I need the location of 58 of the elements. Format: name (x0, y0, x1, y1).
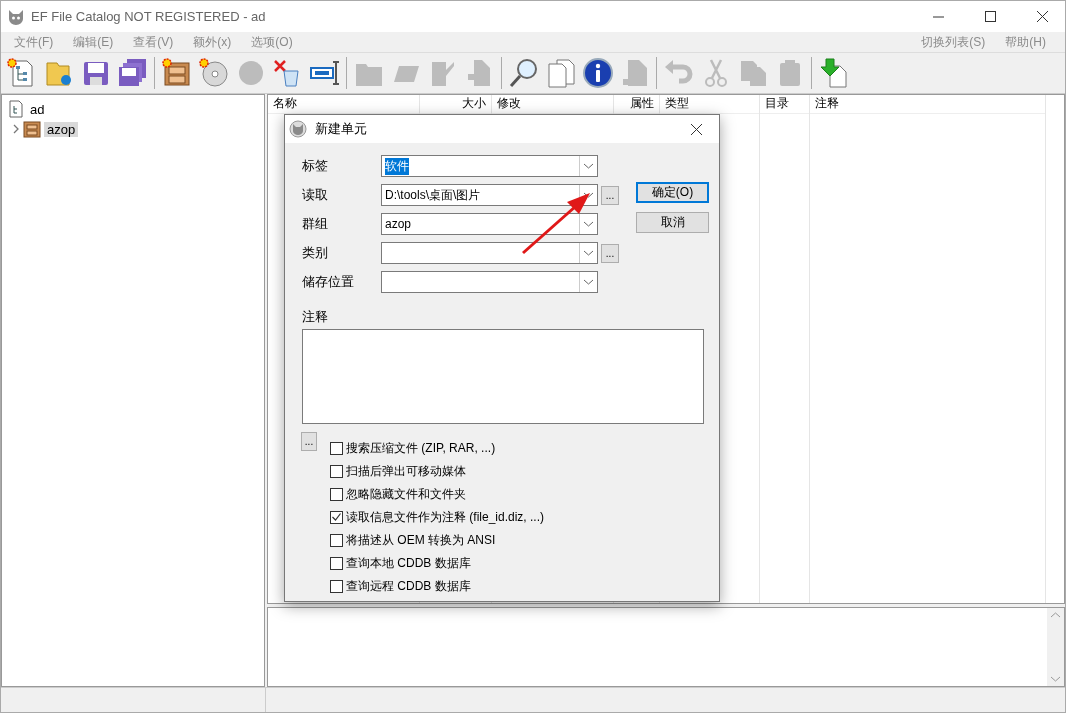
field-label: 标签 (302, 157, 329, 175)
field-value: 软件 (385, 157, 409, 175)
catalog-icon (8, 100, 24, 118)
checkbox-label[interactable]: 查询本地 CDDB 数据库 (346, 554, 471, 572)
dropdown-icon[interactable] (584, 163, 593, 169)
checkbox[interactable] (330, 441, 343, 455)
checkbox-label[interactable]: 搜索压缩文件 (ZIP, RAR, ...) (346, 439, 496, 457)
dialog-button[interactable]: 确定(O) (636, 182, 709, 203)
scrollbar[interactable] (1047, 608, 1064, 686)
maximize-icon[interactable] (984, 11, 996, 22)
close-icon[interactable] (1036, 11, 1048, 22)
tree-item[interactable]: azop (44, 121, 79, 137)
checkbox[interactable] (330, 533, 343, 547)
dropdown-icon[interactable] (584, 250, 593, 256)
chevron-right-icon[interactable] (12, 124, 20, 134)
annotation-arrow (520, 190, 592, 256)
checkbox-label[interactable]: 忽略隐藏文件和文件夹 (346, 485, 466, 503)
dropdown-icon[interactable] (584, 279, 593, 285)
minimize-icon[interactable] (932, 15, 944, 18)
notes-label: 注释 (302, 309, 328, 324)
browse-button[interactable]: ... (601, 243, 619, 263)
window-title: EF File Catalog NOT REGISTERED - ad (31, 9, 267, 24)
tree-item[interactable]: ad (27, 101, 48, 117)
dropdown-icon[interactable] (584, 192, 593, 198)
field-label: 类别 (302, 244, 329, 262)
cat-logo-icon (7, 7, 25, 26)
field-label: 群组 (302, 215, 329, 233)
notes-field[interactable] (302, 329, 704, 424)
checkbox[interactable] (330, 464, 343, 478)
column-header[interactable]: 注释 (810, 95, 1045, 114)
combo-box[interactable]: azop (381, 213, 598, 235)
dialog-button[interactable]: 取消 (636, 212, 709, 233)
combo-box[interactable] (381, 271, 598, 293)
field-value: D:\tools\桌面\图片 (385, 186, 481, 204)
field-value: azop (385, 217, 412, 231)
cat-logo-icon (289, 120, 307, 138)
scroll-up-icon[interactable] (1051, 612, 1060, 618)
checkbox-label[interactable]: 读取信息文件作为注释 (file_id.diz, ...) (346, 508, 545, 526)
combo-box[interactable]: D:\tools\桌面\图片 (381, 184, 598, 206)
checkbox[interactable] (330, 510, 343, 524)
checkbox-label[interactable]: 查询远程 CDDB 数据库 (346, 577, 471, 595)
checkbox[interactable] (330, 556, 343, 570)
scroll-down-icon[interactable] (1051, 676, 1060, 682)
checkbox[interactable] (330, 487, 343, 501)
browse-button[interactable]: ... (601, 185, 619, 205)
checkbox-label[interactable]: 扫描后弹出可移动媒体 (346, 462, 466, 480)
dropdown-icon[interactable] (584, 221, 593, 227)
combo-box[interactable] (381, 242, 598, 264)
checkbox-label[interactable]: 将描述从 OEM 转换为 ANSI (346, 531, 496, 549)
options-button[interactable]: ... (301, 432, 317, 451)
cabinet-icon (23, 120, 41, 138)
close-icon[interactable] (690, 123, 702, 135)
combo-box[interactable]: 软件 (381, 155, 598, 177)
field-label: 储存位置 (302, 273, 355, 291)
column-header[interactable]: 目录 (760, 95, 809, 114)
checkbox[interactable] (330, 579, 343, 593)
field-label: 读取 (302, 186, 329, 204)
dialog-title: 新建单元 (315, 120, 368, 138)
